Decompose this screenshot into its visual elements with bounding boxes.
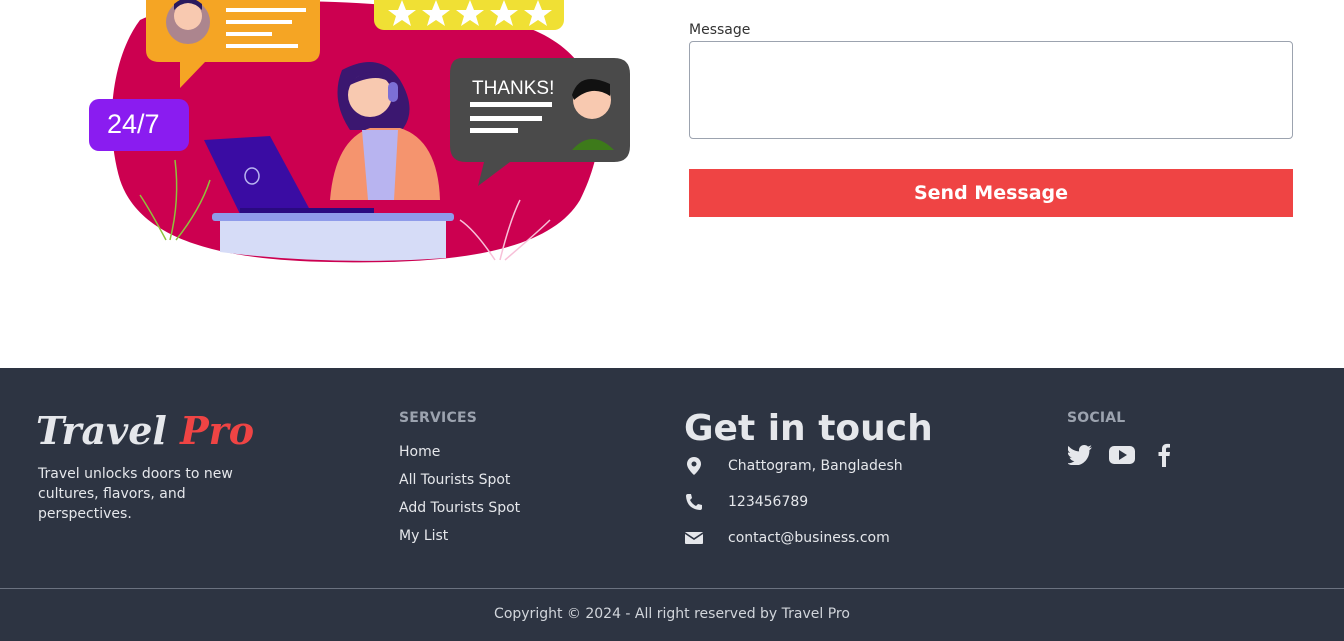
social-links: [1067, 442, 1177, 468]
support-illustration: 24/7 THANKS!: [89, 0, 630, 263]
services-link-add-tourists-spot[interactable]: Add Tourists Spot: [399, 500, 520, 528]
twitter-icon[interactable]: [1067, 442, 1093, 468]
brand-logo[interactable]: Travel Pro: [36, 408, 254, 453]
footer-divider: [0, 588, 1344, 589]
footer-tagline: Travel unlocks doors to new cultures, fl…: [38, 466, 233, 522]
envelope-icon: [684, 528, 704, 548]
contact-phone: 123456789: [684, 491, 808, 513]
contact-address-text: Chattogram, Bangladesh: [728, 458, 903, 474]
services-list: Home All Tourists Spot Add Tourists Spot…: [399, 444, 520, 556]
phone-icon: [684, 492, 704, 512]
location-pin-icon: [684, 456, 704, 476]
contact-address: Chattogram, Bangladesh: [684, 455, 903, 477]
services-link-my-list[interactable]: My List: [399, 528, 520, 556]
contact-section: 24/7 THANKS! Message Send Message: [0, 0, 1344, 368]
contact-email: contact@business.com: [684, 527, 890, 549]
services-link-all-tourists-spot[interactable]: All Tourists Spot: [399, 472, 520, 500]
services-heading: SERVICES: [399, 410, 477, 426]
bubble-thanks-text: THANKS!: [472, 78, 554, 99]
youtube-icon[interactable]: [1109, 442, 1135, 468]
bubble-247-text: 24/7: [107, 109, 160, 139]
footer: Travel Pro Travel unlocks doors to new c…: [0, 368, 1344, 641]
social-heading: SOCIAL: [1067, 410, 1126, 426]
facebook-icon[interactable]: [1151, 442, 1177, 468]
send-message-button[interactable]: Send Message: [689, 169, 1293, 217]
get-in-touch-heading: Get in touch: [684, 408, 933, 449]
copyright-text: Copyright © 2024 - All right reserved by…: [494, 606, 850, 622]
contact-phone-text: 123456789: [728, 494, 809, 510]
contact-email-text: contact@business.com: [728, 530, 890, 546]
message-label: Message: [689, 22, 751, 38]
brand-logo-part1: Travel: [36, 408, 167, 453]
message-textarea[interactable]: [689, 41, 1293, 139]
brand-logo-part2: Pro: [180, 408, 255, 453]
services-link-home[interactable]: Home: [399, 444, 520, 472]
